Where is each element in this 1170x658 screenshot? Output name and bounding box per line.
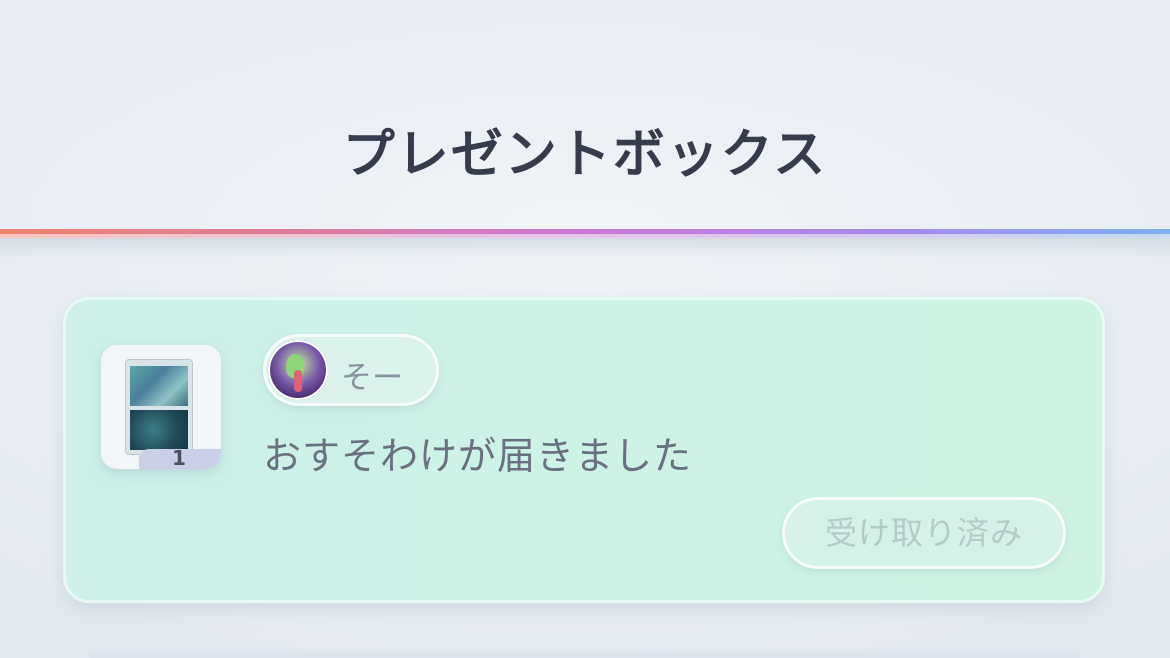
- header-shadow: [0, 238, 1170, 258]
- item-quantity: 1: [172, 446, 186, 469]
- present-box-screen: プレゼントボックス 1 そー おすそわけが届きました 受け取り済み: [0, 0, 1170, 658]
- claimed-button[interactable]: 受け取り済み: [782, 497, 1066, 569]
- item-thumbnail[interactable]: 1: [101, 345, 221, 469]
- pokemon-card-icon: [125, 359, 193, 455]
- present-message: おすそわけが届きました: [263, 434, 693, 478]
- user-avatar-icon: [268, 340, 328, 400]
- sender-badge[interactable]: そー: [263, 334, 439, 406]
- card-artwork: [130, 366, 188, 406]
- next-present-item-edge: [90, 652, 1080, 658]
- sender-name: そー: [341, 360, 403, 396]
- header-accent-line: [0, 229, 1170, 238]
- present-item[interactable]: 1 そー おすそわけが届きました 受け取り済み: [63, 297, 1105, 603]
- card-body: [130, 410, 188, 450]
- page-title: プレゼントボックス: [342, 125, 828, 185]
- header: プレゼントボックス: [0, 0, 1170, 230]
